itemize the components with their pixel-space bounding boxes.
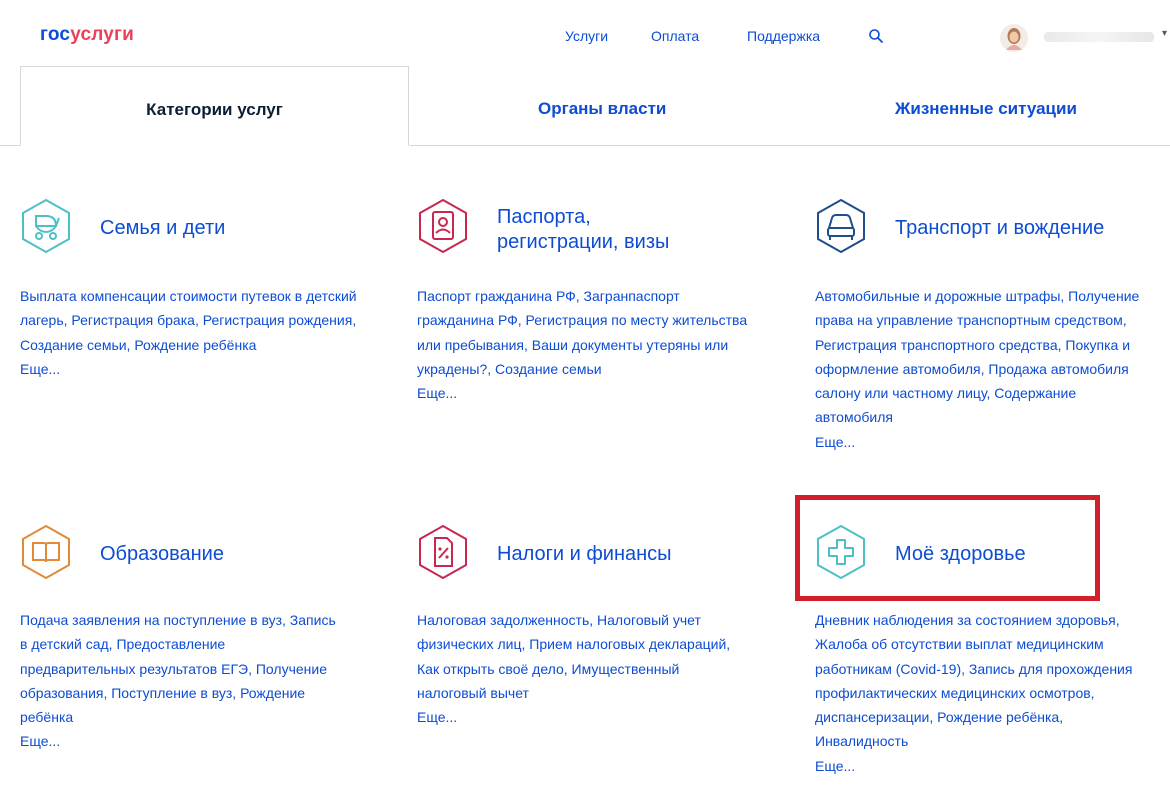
- category-links[interactable]: Налоговая задолженность, Налоговый учет …: [417, 612, 730, 701]
- health-highlight-box: [795, 495, 1100, 601]
- category-description: Подача заявления на поступление в вуз, З…: [20, 608, 340, 754]
- tab-categories-label: Категории услуг: [146, 100, 283, 119]
- more-link[interactable]: Еще...: [417, 705, 747, 729]
- avatar-icon: [1000, 24, 1028, 52]
- passport-icon[interactable]: [417, 198, 469, 254]
- more-link[interactable]: Еще...: [815, 754, 1150, 778]
- logo-part-gos: гос: [40, 24, 71, 45]
- category-description: Дневник наблюдения за состоянием здоровь…: [815, 608, 1150, 778]
- tabs-divider-left: [0, 145, 20, 146]
- baby-stroller-icon[interactable]: [20, 198, 72, 254]
- nav-payment-link[interactable]: Оплата: [651, 28, 699, 44]
- category-tabs: Категории услуг Органы власти Жизненные …: [0, 64, 1170, 148]
- more-link[interactable]: Еще...: [815, 430, 1145, 454]
- category-description: Налоговая задолженность, Налоговый учет …: [417, 608, 747, 729]
- tab-authorities[interactable]: Органы власти: [538, 99, 666, 119]
- category-description: Паспорт гражданина РФ, Загранпаспорт гра…: [417, 284, 757, 405]
- category-links[interactable]: Паспорт гражданина РФ, Загранпаспорт гра…: [417, 288, 747, 377]
- more-link[interactable]: Еще...: [417, 381, 757, 405]
- more-link[interactable]: Еще...: [20, 729, 340, 753]
- gosuslugi-logo[interactable]: госуслуги: [40, 24, 134, 46]
- category-taxes: Налоги и финансы Налоговая задолженность…: [417, 524, 757, 725]
- category-description: Выплата компенсации стоимости путевок в …: [20, 284, 360, 381]
- category-education: Образование Подача заявления на поступле…: [20, 524, 360, 764]
- top-header: госуслуги Услуги Оплата Поддержка ▾: [0, 0, 1170, 64]
- category-title-line2[interactable]: регистрации, визы: [497, 229, 669, 255]
- tab-categories[interactable]: Категории услуг: [20, 66, 409, 146]
- category-family: Семья и дети Выплата компенсации стоимос…: [20, 198, 360, 408]
- open-book-icon[interactable]: [20, 524, 72, 580]
- category-description: Автомобильные и дорожные штрафы, Получен…: [815, 284, 1145, 454]
- category-links[interactable]: Подача заявления на поступление в вуз, З…: [20, 612, 336, 725]
- tax-document-icon[interactable]: [417, 524, 469, 580]
- car-icon[interactable]: [815, 198, 867, 254]
- avatar[interactable]: [1000, 24, 1028, 52]
- chevron-down-icon[interactable]: ▾: [1162, 28, 1167, 39]
- nav-support-link[interactable]: Поддержка: [747, 28, 820, 44]
- category-title[interactable]: Образование: [100, 541, 224, 567]
- search-icon[interactable]: [868, 28, 884, 44]
- category-links[interactable]: Выплата компенсации стоимости путевок в …: [20, 288, 357, 353]
- category-title[interactable]: Налоги и финансы: [497, 541, 672, 567]
- category-passports: Паспорта, регистрации, визы Паспорт граж…: [417, 198, 757, 428]
- category-links[interactable]: Автомобильные и дорожные штрафы, Получен…: [815, 288, 1139, 425]
- tab-life-situations[interactable]: Жизненные ситуации: [895, 99, 1077, 119]
- user-name-blurred[interactable]: [1044, 32, 1154, 42]
- category-title[interactable]: Транспорт и вождение: [895, 215, 1104, 241]
- category-title[interactable]: Паспорта,: [497, 204, 591, 230]
- more-link[interactable]: Еще...: [20, 357, 360, 381]
- category-links[interactable]: Дневник наблюдения за состоянием здоровь…: [815, 612, 1132, 749]
- category-title[interactable]: Семья и дети: [100, 215, 225, 241]
- tabs-divider: [410, 145, 1170, 146]
- nav-services-link[interactable]: Услуги: [565, 28, 608, 44]
- logo-part-uslugi: услуги: [70, 24, 135, 45]
- category-transport: Транспорт и вождение Автомобильные и дор…: [815, 198, 1155, 478]
